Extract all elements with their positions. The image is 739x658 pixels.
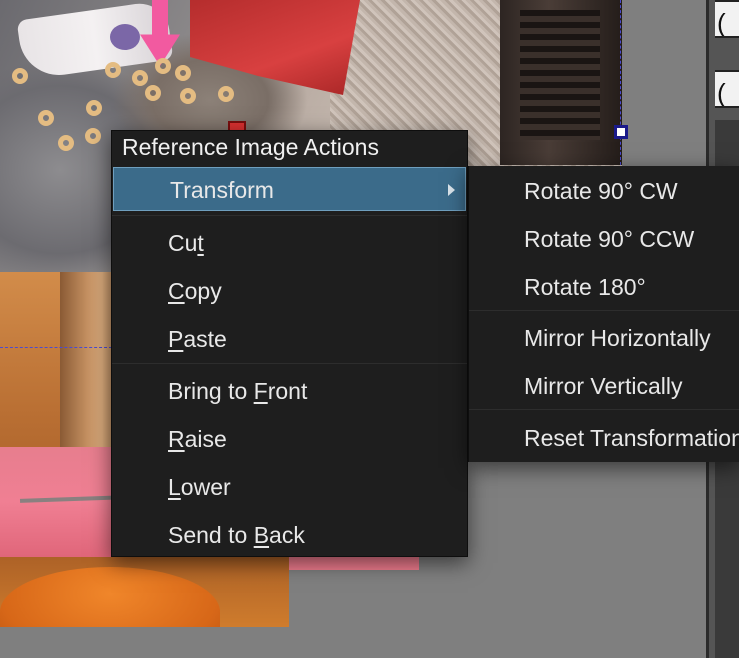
- menu-separator: [469, 409, 739, 410]
- menu-item-lower[interactable]: Lower: [112, 465, 467, 509]
- menu-item-paste[interactable]: Paste: [112, 317, 467, 361]
- chevron-right-icon: [448, 184, 455, 196]
- menu-item-raise[interactable]: Raise: [112, 417, 467, 461]
- menu-item-mirror-horizontally[interactable]: Mirror Horizontally: [469, 316, 739, 360]
- menu-item-transform[interactable]: Transform: [113, 167, 466, 211]
- menu-item-rotate-90-cw[interactable]: Rotate 90° CW: [469, 169, 739, 213]
- menu-item-mirror-vertically[interactable]: Mirror Vertically: [469, 364, 739, 408]
- menu-item-send-to-back[interactable]: Send to Back: [112, 513, 467, 557]
- menu-item-rotate-90-ccw[interactable]: Rotate 90° CCW: [469, 217, 739, 261]
- panel-slot[interactable]: (: [715, 0, 739, 38]
- transform-submenu: Rotate 90° CW Rotate 90° CCW Rotate 180°…: [468, 166, 739, 462]
- panel-slot[interactable]: (: [715, 70, 739, 108]
- menu-separator: [112, 363, 467, 364]
- selection-border: [620, 0, 621, 165]
- menu-separator: [112, 215, 467, 216]
- menu-item-rotate-180[interactable]: Rotate 180°: [469, 265, 739, 309]
- menu-item-reset-transformation[interactable]: Reset Transformation: [469, 416, 739, 460]
- selection-border-horizontal: [0, 347, 112, 348]
- reference-image-context-menu: Reference Image Actions Transform Cut Co…: [111, 130, 468, 557]
- resize-handle[interactable]: [614, 125, 628, 139]
- menu-item-bring-to-front[interactable]: Bring to Front: [112, 369, 467, 413]
- menu-item-copy[interactable]: Copy: [112, 269, 467, 313]
- menu-separator: [469, 310, 739, 311]
- menu-title: Reference Image Actions: [122, 134, 379, 160]
- menu-item-cut[interactable]: Cut: [112, 221, 467, 265]
